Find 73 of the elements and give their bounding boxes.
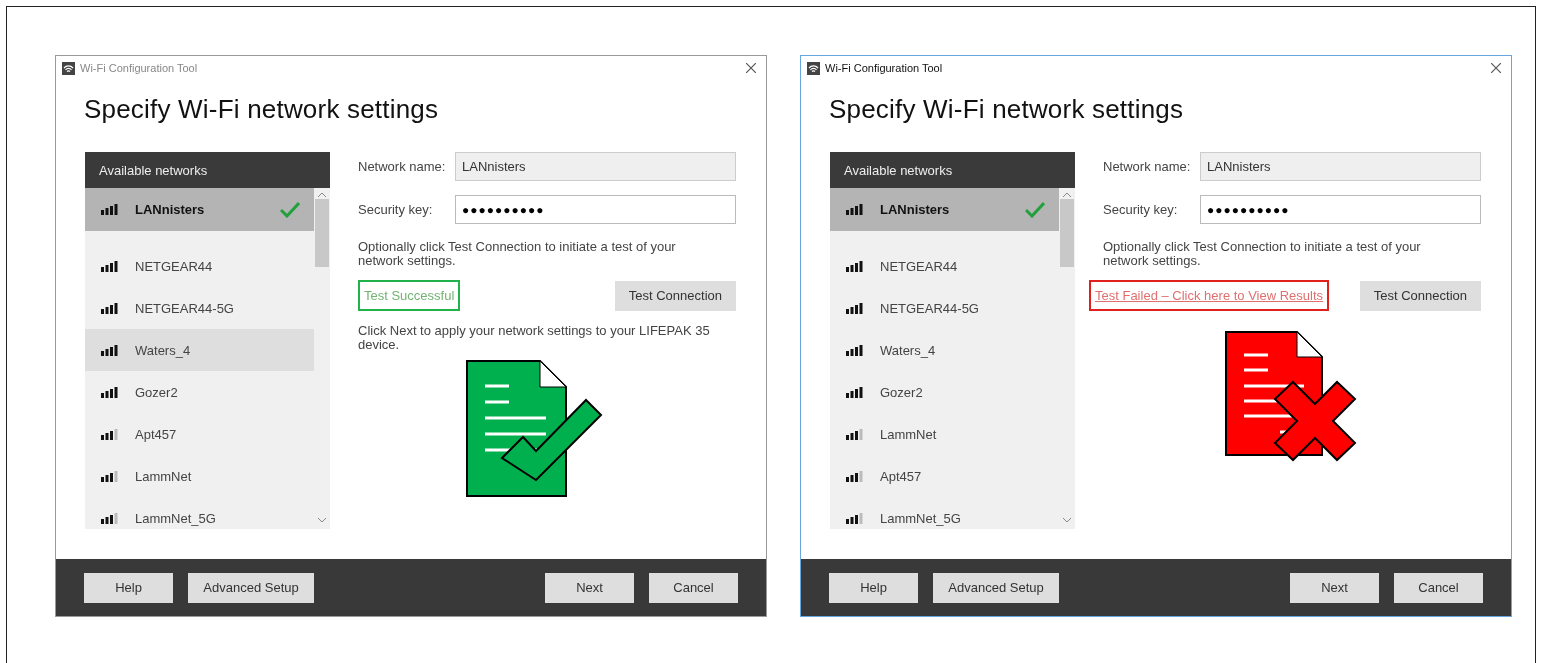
document-check-icon bbox=[466, 360, 604, 498]
signal-icon bbox=[101, 512, 118, 524]
network-item[interactable]: LammNet_5G bbox=[85, 497, 314, 529]
network-item[interactable]: Waters_4 bbox=[830, 329, 1059, 371]
scroll-down-icon[interactable] bbox=[318, 518, 326, 523]
security-key-field[interactable]: ●●●●●●●●●● bbox=[455, 195, 736, 224]
networks-header: Available networks bbox=[85, 152, 330, 188]
field-label: Network name: bbox=[1103, 159, 1192, 174]
window-title: Wi-Fi Configuration Tool bbox=[80, 62, 199, 74]
test-connection-button[interactable]: Test Connection bbox=[1359, 280, 1481, 311]
signal-icon bbox=[846, 386, 863, 398]
network-item[interactable]: NETGEAR44 bbox=[830, 245, 1059, 287]
network-item[interactable]: Waters_4 bbox=[85, 329, 314, 371]
network-item[interactable]: LammNet_5G bbox=[830, 497, 1059, 529]
footer-button[interactable]: Cancel bbox=[1394, 572, 1483, 603]
signal-icon bbox=[101, 428, 118, 440]
scroll-up-icon[interactable] bbox=[1063, 192, 1071, 197]
field-label: Security key: bbox=[1103, 202, 1179, 217]
network-item[interactable]: Gozer2 bbox=[85, 371, 314, 413]
signal-icon bbox=[101, 344, 118, 356]
close-icon[interactable] bbox=[1491, 63, 1501, 73]
checkmark-icon bbox=[280, 201, 300, 218]
signal-icon bbox=[846, 470, 863, 482]
test-connection-button[interactable]: Test Connection bbox=[614, 280, 736, 311]
signal-icon bbox=[101, 302, 118, 314]
signal-icon bbox=[101, 260, 118, 272]
footer-button[interactable]: Next bbox=[1290, 572, 1379, 603]
network-item[interactable]: LammNet bbox=[85, 455, 314, 497]
window-title: Wi-Fi Configuration Tool bbox=[825, 62, 944, 74]
network-item[interactable]: LammNet bbox=[830, 413, 1059, 455]
field-label: Security key: bbox=[358, 202, 434, 217]
signal-icon bbox=[846, 512, 863, 524]
network-item[interactable]: NETGEAR44-5G bbox=[830, 287, 1059, 329]
signal-icon bbox=[846, 204, 863, 215]
test-status-text: Test Successful bbox=[358, 280, 461, 311]
signal-icon bbox=[846, 344, 863, 356]
network-name-field[interactable]: LANnisters bbox=[1200, 152, 1481, 181]
hint-text: Optionally click Test Connection to initiate a test of your network settings. bbox=[1103, 240, 1422, 268]
footer-button[interactable]: Advanced Setup bbox=[188, 572, 314, 603]
networks-header: Available networks bbox=[830, 152, 1075, 188]
footer-button[interactable]: Help bbox=[84, 572, 173, 603]
footer-button[interactable]: Help bbox=[829, 572, 918, 603]
signal-icon bbox=[846, 428, 863, 440]
network-item[interactable]: Apt457 bbox=[830, 455, 1059, 497]
wifi-app-icon bbox=[807, 61, 820, 75]
wifi-app-icon bbox=[62, 61, 75, 75]
signal-icon bbox=[101, 470, 118, 482]
hint-text: Optionally click Test Connection to initiate a test of your network settings. bbox=[358, 240, 677, 268]
network-name-field[interactable]: LANnisters bbox=[455, 152, 736, 181]
signal-icon bbox=[101, 386, 118, 398]
network-item[interactable]: NETGEAR44-5G bbox=[85, 287, 314, 329]
signal-icon bbox=[101, 204, 118, 215]
checkmark-icon bbox=[1025, 201, 1045, 218]
field-label: Network name: bbox=[358, 159, 447, 174]
network-item[interactable]: LANnisters bbox=[85, 188, 314, 231]
page-heading: Specify Wi-Fi network settings bbox=[829, 94, 1185, 126]
next-hint-text: Click Next to apply your network settings to your LIFEPAK 35 device. bbox=[358, 324, 711, 352]
security-key-field[interactable]: ●●●●●●●●●● bbox=[1200, 195, 1481, 224]
network-item[interactable]: LANnisters bbox=[830, 188, 1059, 231]
close-icon[interactable] bbox=[746, 63, 756, 73]
scroll-thumb[interactable] bbox=[1060, 199, 1074, 267]
page-heading: Specify Wi-Fi network settings bbox=[84, 94, 440, 126]
scroll-thumb[interactable] bbox=[315, 199, 329, 267]
scroll-down-icon[interactable] bbox=[1063, 518, 1071, 523]
network-item[interactable]: NETGEAR44 bbox=[85, 245, 314, 287]
scroll-up-icon[interactable] bbox=[318, 192, 326, 197]
network-item[interactable]: Gozer2 bbox=[830, 371, 1059, 413]
footer-button[interactable]: Next bbox=[545, 572, 634, 603]
signal-icon bbox=[846, 260, 863, 272]
footer-button[interactable]: Cancel bbox=[649, 572, 738, 603]
network-item[interactable]: Apt457 bbox=[85, 413, 314, 455]
footer-button[interactable]: Advanced Setup bbox=[933, 572, 1059, 603]
signal-icon bbox=[846, 302, 863, 314]
